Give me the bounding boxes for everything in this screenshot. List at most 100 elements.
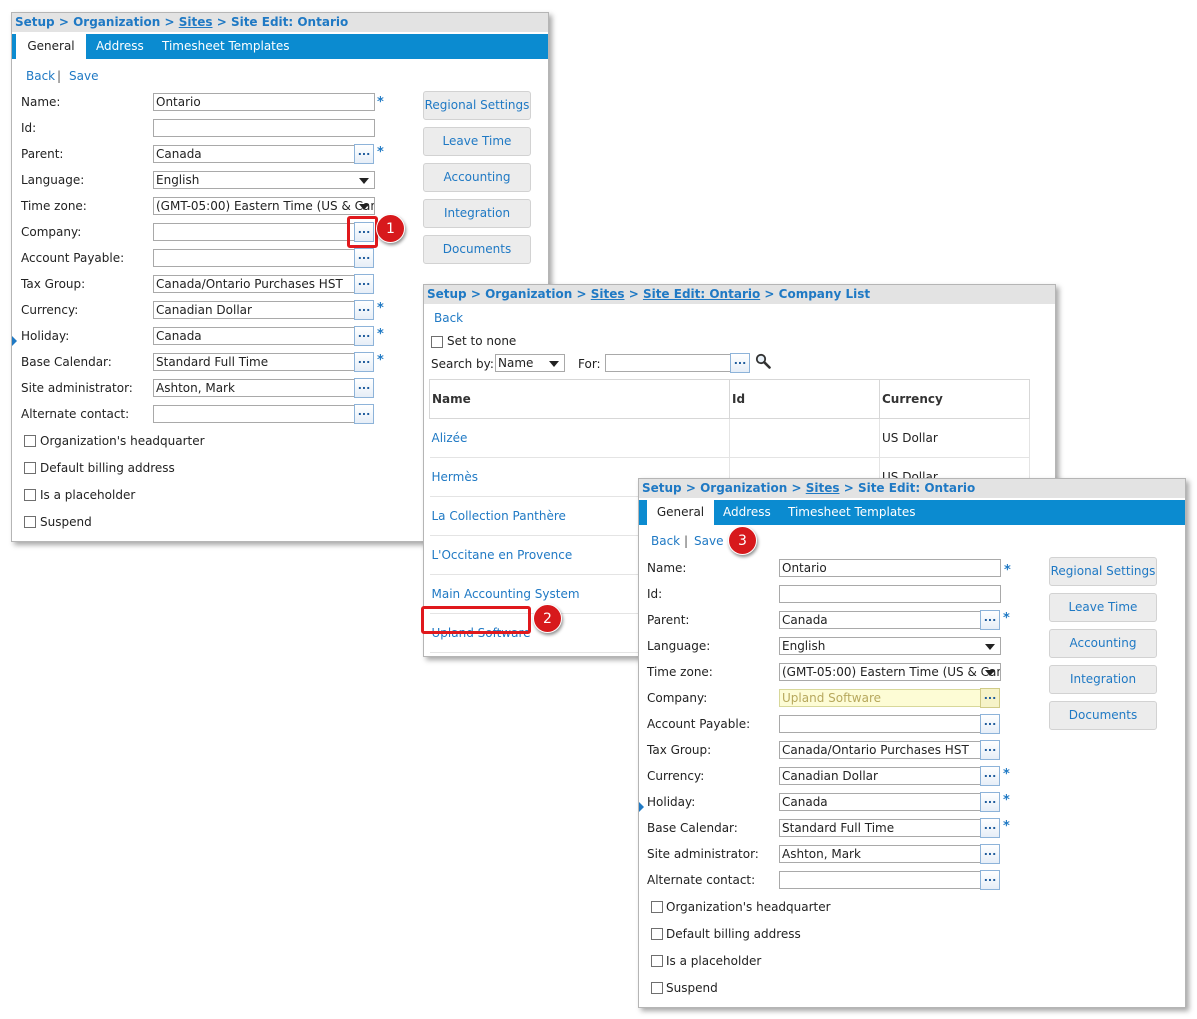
search-input[interactable] [605, 354, 731, 372]
currency-ellipsis-button[interactable]: ... [980, 766, 1000, 786]
currency-input[interactable]: Canadian Dollar [779, 767, 981, 785]
highlight-box-upland-software [421, 606, 531, 634]
crumb-setup[interactable]: Setup [15, 15, 55, 29]
search-ellipsis-button[interactable]: ... [730, 353, 750, 373]
column-header-name[interactable]: Name [429, 379, 730, 419]
back-link[interactable]: Back [651, 534, 680, 548]
integration-button[interactable]: Integration [423, 199, 531, 228]
crumb-setup[interactable]: Setup [642, 481, 682, 495]
billing-address-checkbox[interactable] [651, 928, 663, 940]
currency-ellipsis-button[interactable]: ... [354, 300, 374, 320]
site-admin-input[interactable]: Ashton, Mark [153, 379, 355, 397]
crumb-setup[interactable]: Setup [427, 287, 467, 301]
search-by-select[interactable]: Name [495, 354, 565, 372]
tax-group-input[interactable]: Canada/Ontario Purchases HST [153, 275, 355, 293]
id-input[interactable] [153, 119, 375, 137]
suspend-checkbox[interactable] [24, 516, 36, 528]
billing-address-checkbox[interactable] [24, 462, 36, 474]
tab-general[interactable]: General [16, 34, 86, 59]
name-input[interactable]: Ontario [153, 93, 375, 111]
placeholder-checkbox[interactable] [651, 955, 663, 967]
label-tax-group: Tax Group: [647, 743, 712, 757]
placeholder-checkbox[interactable] [24, 489, 36, 501]
breadcrumb: Setup > Organization > Sites > Site Edit… [639, 479, 1185, 498]
crumb-organization[interactable]: Organization [485, 287, 572, 301]
back-link[interactable]: Back [434, 311, 463, 325]
base-calendar-input[interactable]: Standard Full Time [779, 819, 981, 837]
base-calendar-ellipsis-button[interactable]: ... [354, 352, 374, 372]
holiday-ellipsis-button[interactable]: ... [354, 326, 374, 346]
account-payable-ellipsis-button[interactable]: ... [980, 714, 1000, 734]
holiday-input[interactable]: Canada [153, 327, 355, 345]
regional-settings-button[interactable]: Regional Settings [423, 91, 531, 120]
base-calendar-input[interactable]: Standard Full Time [153, 353, 355, 371]
parent-input[interactable]: Canada [153, 145, 355, 163]
site-admin-input[interactable]: Ashton, Mark [779, 845, 981, 863]
company-id [729, 418, 880, 458]
alt-contact-ellipsis-button[interactable]: ... [354, 404, 374, 424]
alt-contact-ellipsis-button[interactable]: ... [980, 870, 1000, 890]
headquarter-checkbox[interactable] [651, 901, 663, 913]
label-alt-contact: Alternate contact: [647, 873, 756, 887]
documents-button[interactable]: Documents [423, 235, 531, 264]
account-payable-input[interactable] [779, 715, 981, 733]
crumb-sites[interactable]: Sites [806, 481, 840, 495]
save-link[interactable]: Save [69, 69, 98, 83]
documents-button[interactable]: Documents [1049, 701, 1157, 730]
crumb-organization[interactable]: Organization [700, 481, 787, 495]
crumb-organization[interactable]: Organization [73, 15, 160, 29]
parent-ellipsis-button[interactable]: ... [354, 144, 374, 164]
leave-time-button[interactable]: Leave Time [1049, 593, 1157, 622]
base-calendar-ellipsis-button[interactable]: ... [980, 818, 1000, 838]
tab-timesheet-templates[interactable]: Timesheet Templates [788, 500, 916, 525]
currency-input[interactable]: Canadian Dollar [153, 301, 355, 319]
site-admin-ellipsis-button[interactable]: ... [980, 844, 1000, 864]
headquarter-checkbox[interactable] [24, 435, 36, 447]
tax-group-input[interactable]: Canada/Ontario Purchases HST [779, 741, 981, 759]
timezone-select[interactable]: (GMT-05:00) Eastern Time (US & Canada) [779, 663, 1001, 681]
tax-group-ellipsis-button[interactable]: ... [354, 274, 374, 294]
crumb-sites[interactable]: Sites [591, 287, 625, 301]
column-header-id[interactable]: Id [729, 379, 880, 419]
accounting-button[interactable]: Accounting [423, 163, 531, 192]
suspend-checkbox[interactable] [651, 982, 663, 994]
tax-group-ellipsis-button[interactable]: ... [980, 740, 1000, 760]
integration-button[interactable]: Integration [1049, 665, 1157, 694]
account-payable-ellipsis-button[interactable]: ... [354, 248, 374, 268]
set-to-none-checkbox[interactable] [431, 336, 443, 348]
language-select[interactable]: English [779, 637, 1001, 655]
back-link[interactable]: Back [26, 69, 55, 83]
tab-address[interactable]: Address [723, 500, 771, 525]
holiday-ellipsis-button[interactable]: ... [980, 792, 1000, 812]
company-input[interactable] [153, 223, 355, 241]
parent-ellipsis-button[interactable]: ... [980, 610, 1000, 630]
tab-general[interactable]: General [647, 500, 714, 525]
company-input[interactable]: Upland Software [779, 689, 981, 707]
placeholder-label: Is a placeholder [40, 488, 136, 502]
accounting-button[interactable]: Accounting [1049, 629, 1157, 658]
account-payable-input[interactable] [153, 249, 355, 267]
save-link[interactable]: Save [694, 534, 723, 548]
company-name-link[interactable]: Alizée [429, 418, 730, 458]
table-row[interactable]: Alizée US Dollar [429, 418, 1030, 458]
billing-address-label: Default billing address [666, 927, 801, 941]
timezone-select[interactable]: (GMT-05:00) Eastern Time (US & Canada) [153, 197, 375, 215]
company-ellipsis-button[interactable]: ... [980, 688, 1000, 708]
tab-address[interactable]: Address [96, 34, 144, 59]
crumb-site-edit[interactable]: Site Edit: Ontario [643, 287, 760, 301]
crumb-sites[interactable]: Sites [179, 15, 213, 29]
language-select[interactable]: English [153, 171, 375, 189]
holiday-input[interactable]: Canada [779, 793, 981, 811]
regional-settings-button[interactable]: Regional Settings [1049, 557, 1157, 586]
required-asterisk-icon: * [377, 301, 384, 316]
tab-timesheet-templates[interactable]: Timesheet Templates [162, 34, 290, 59]
column-header-currency[interactable]: Currency [879, 379, 1030, 419]
leave-time-button[interactable]: Leave Time [423, 127, 531, 156]
parent-input[interactable]: Canada [779, 611, 981, 629]
alt-contact-input[interactable] [153, 405, 355, 423]
site-admin-ellipsis-button[interactable]: ... [354, 378, 374, 398]
search-magnifier-icon[interactable] [755, 353, 771, 369]
name-input[interactable]: Ontario [779, 559, 1001, 577]
id-input[interactable] [779, 585, 1001, 603]
alt-contact-input[interactable] [779, 871, 981, 889]
